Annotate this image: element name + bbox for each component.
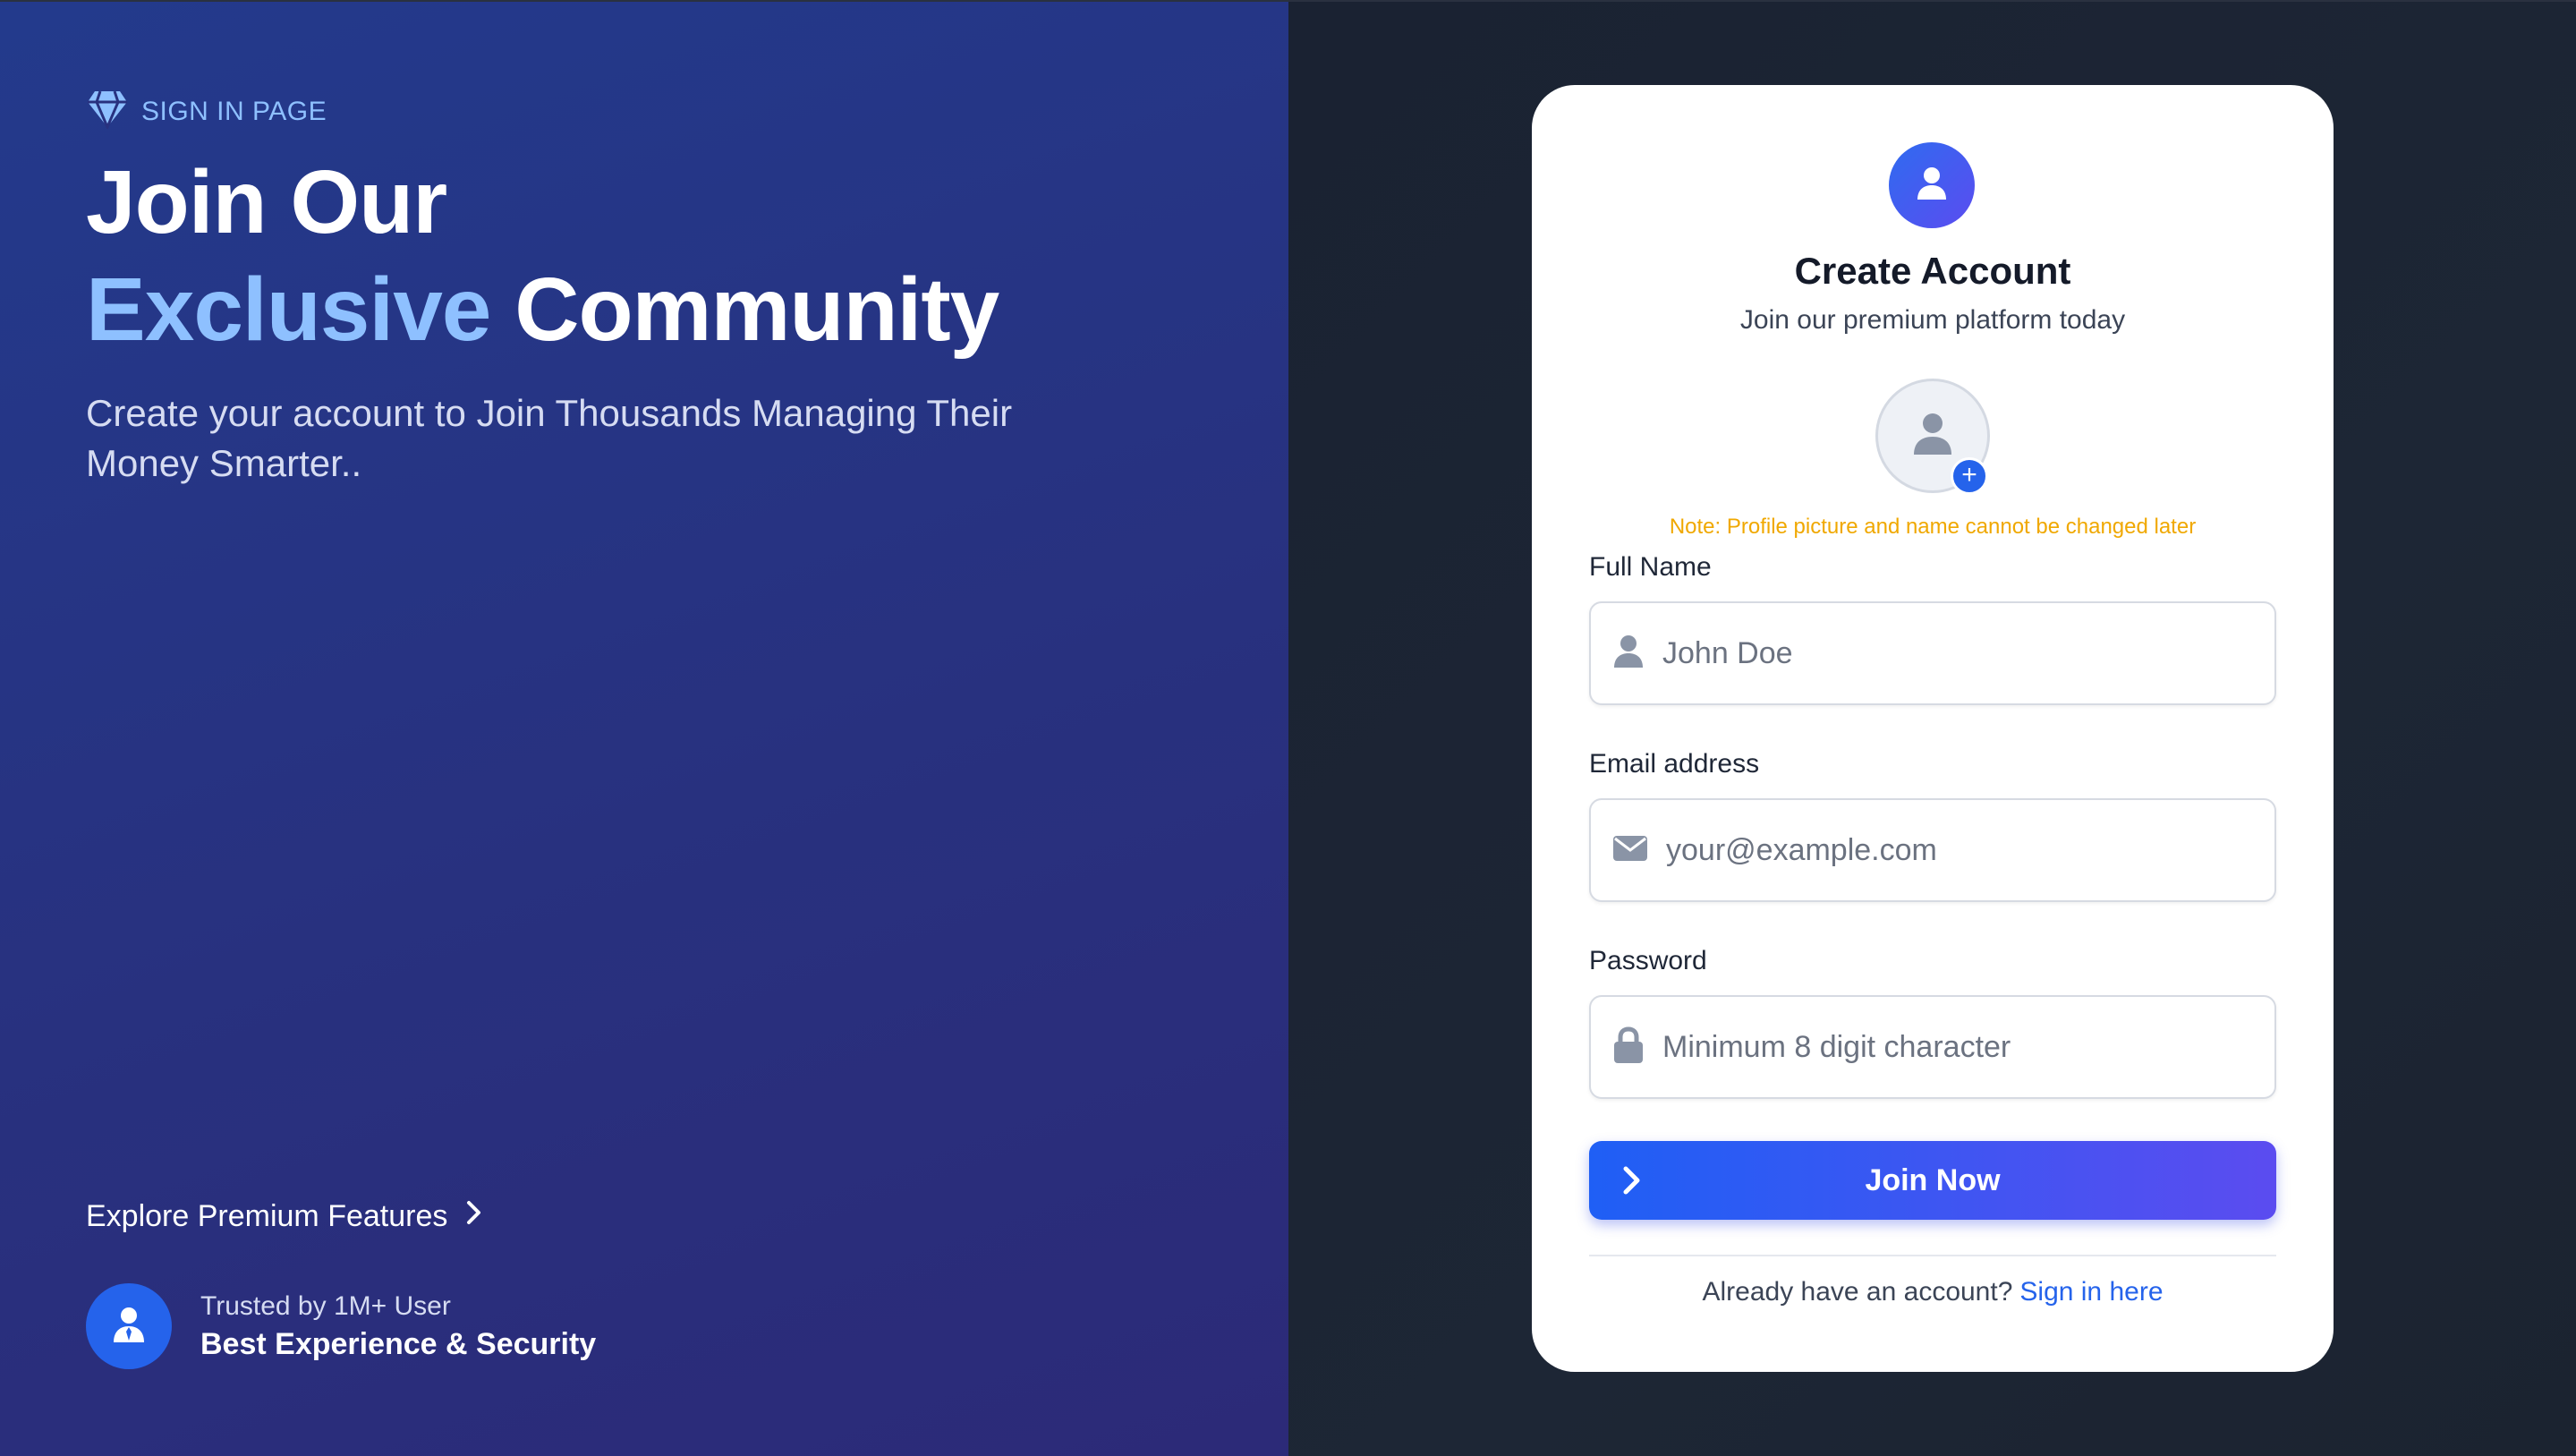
password-label: Password xyxy=(1589,946,1707,975)
card-subtitle: Join our premium platform today xyxy=(1739,305,2126,335)
avatar xyxy=(86,1283,172,1369)
hero-title: Join Our Exclusive Community xyxy=(86,149,999,363)
hero-title-line1: Join Our xyxy=(86,152,447,252)
full-name-field[interactable] xyxy=(1589,601,2276,705)
diamond-icon xyxy=(86,89,129,133)
hero-title-rest: Community xyxy=(514,260,999,360)
divider xyxy=(1589,1255,2276,1256)
sign-in-link[interactable]: Sign in here xyxy=(2019,1277,2163,1307)
user-icon xyxy=(1612,634,1645,674)
hero-panel: SIGN IN PAGE Join Our Exclusive Communit… xyxy=(0,0,1288,1456)
password-input[interactable] xyxy=(1662,1029,2271,1065)
chevron-right-icon xyxy=(1621,1164,1643,1201)
card-title: Create Account xyxy=(1794,250,2071,292)
trust-badge: Trusted by 1M+ User Best Experience & Se… xyxy=(86,1283,596,1369)
email-input[interactable] xyxy=(1666,832,2274,868)
lock-icon xyxy=(1612,1026,1645,1069)
signup-card: Create Account Join our premium platform… xyxy=(1532,85,2334,1372)
email-label: Email address xyxy=(1589,749,1760,779)
user-tie-icon xyxy=(111,1306,147,1348)
add-photo-button[interactable]: + xyxy=(1951,457,1988,495)
chevron-right-icon xyxy=(465,1199,483,1234)
email-field[interactable] xyxy=(1589,798,2276,902)
trust-line2: Best Experience & Security xyxy=(200,1326,597,1361)
trust-text: Trusted by 1M+ User Best Experience & Se… xyxy=(200,1291,596,1362)
full-name-input[interactable] xyxy=(1662,635,2271,671)
signin-prompt: Already have an account? xyxy=(1702,1277,2013,1307)
page-tag-label: SIGN IN PAGE xyxy=(141,96,327,126)
user-placeholder-icon xyxy=(1912,412,1953,461)
signin-prompt-row: Already have an account? Sign in here xyxy=(1532,1277,2334,1307)
hero-title-line2: Exclusive Community xyxy=(86,256,999,363)
envelope-icon xyxy=(1612,834,1648,867)
card-header-icon xyxy=(1889,142,1975,228)
page-tag: SIGN IN PAGE xyxy=(86,89,327,133)
join-now-button[interactable]: Join Now xyxy=(1589,1141,2276,1220)
explore-features-label: Explore Premium Features xyxy=(86,1199,448,1233)
user-icon xyxy=(1916,166,1948,206)
trust-line1: Trusted by 1M+ User xyxy=(200,1290,451,1321)
profile-note: Note: Profile picture and name cannot be… xyxy=(1669,515,2197,539)
hero-title-accent: Exclusive xyxy=(86,260,491,360)
hero-subtitle: Create your account to Join Thousands Ma… xyxy=(86,392,1013,484)
join-now-label: Join Now xyxy=(1865,1162,2001,1197)
password-field[interactable] xyxy=(1589,995,2276,1099)
explore-features-link[interactable]: Explore Premium Features xyxy=(86,1199,483,1234)
full-name-label: Full Name xyxy=(1589,552,1712,582)
